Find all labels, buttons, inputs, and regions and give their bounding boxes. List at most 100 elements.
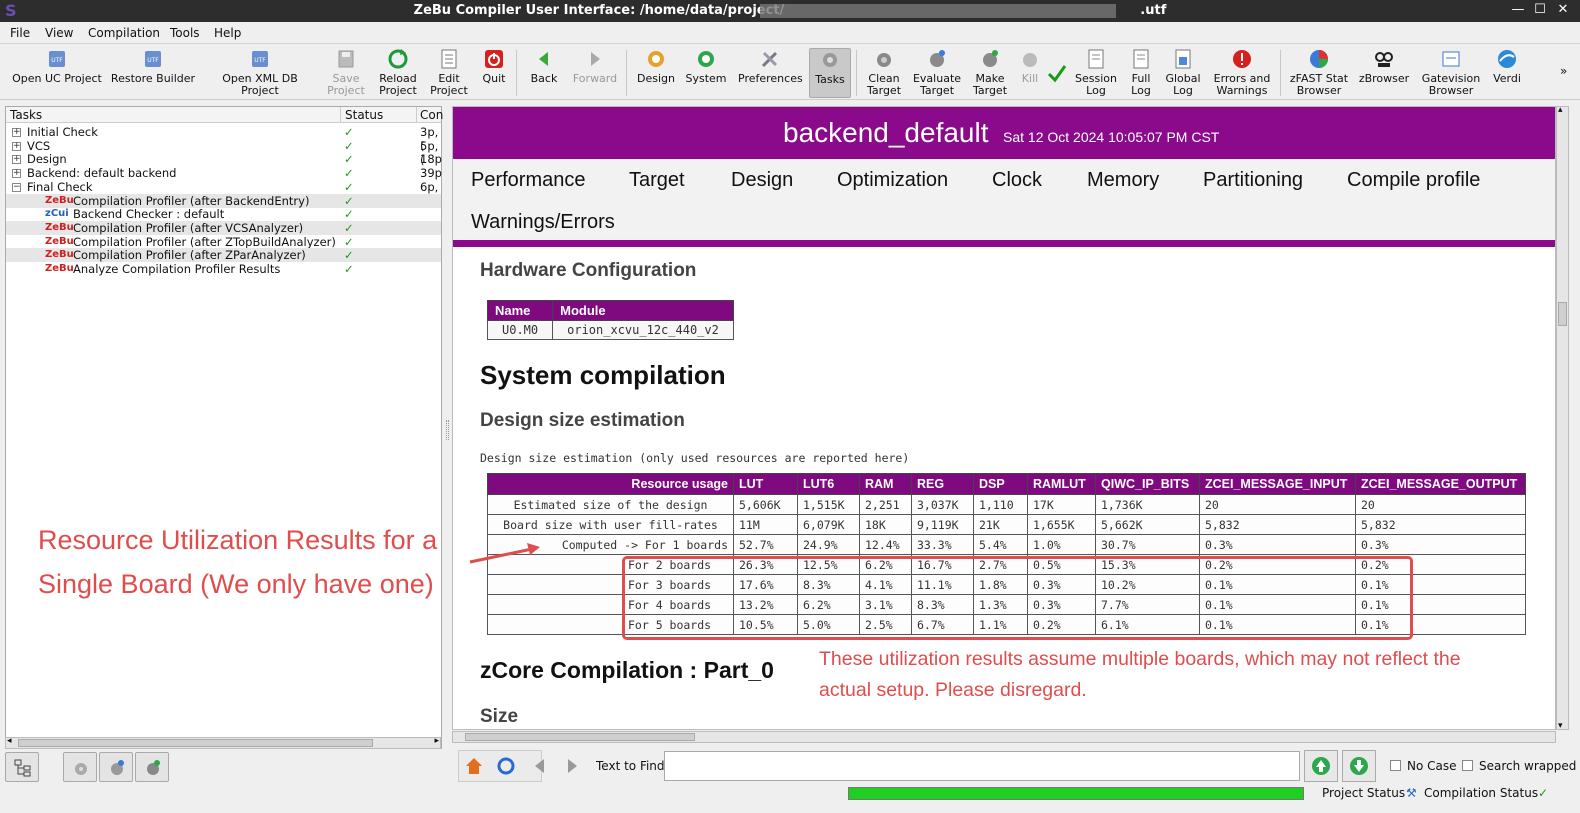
find-up-button[interactable] — [1304, 750, 1338, 782]
minimize-button[interactable]: — — [1508, 2, 1528, 17]
task-row[interactable]: + VCS ✓ 5p,( — [6, 139, 441, 167]
task-row[interactable]: ZeBu Compilation Profiler (after ZParAnal… — [6, 248, 441, 263]
gatevision-browser-button[interactable]: Gatevision Browser — [1418, 48, 1484, 98]
report-horizontal-scrollbar[interactable] — [452, 731, 1556, 743]
search-wrapped-label: Search wrapped — [1479, 759, 1577, 773]
toolbar-separator — [1280, 50, 1281, 96]
nav-memory[interactable]: Memory — [1087, 169, 1159, 192]
quit-button[interactable]: Quit — [478, 48, 510, 98]
maximize-button[interactable]: ☐ — [1530, 2, 1550, 17]
dse-cell: Estimated size of the design — [487, 494, 734, 515]
search-wrapped-checkbox[interactable] — [1462, 760, 1473, 771]
forward-button[interactable]: Forward — [570, 48, 620, 98]
collapse-icon[interactable]: − — [12, 182, 21, 192]
task-row[interactable]: ZeBu Compilation Profiler (after ZTopBuil… — [6, 235, 441, 249]
toolbar-overflow-icon[interactable]: » — [1560, 64, 1567, 78]
expand-icon[interactable]: + — [12, 128, 21, 137]
tree-icon — [14, 759, 31, 777]
no-case-checkbox[interactable] — [1390, 760, 1401, 771]
nav-warnings-errors[interactable]: Warnings/Errors — [471, 211, 615, 234]
menu-tools[interactable]: Tools — [170, 26, 200, 40]
task-row[interactable]: + Initial Check ✓ 3p,( — [6, 125, 441, 153]
open-uc-project-button[interactable]: UTF Open UC Project — [12, 48, 102, 98]
back-button[interactable]: Back — [526, 48, 562, 98]
hw-header-module: Module — [552, 300, 734, 321]
errors-and-warnings-button[interactable]: Errors and Warnings — [1208, 48, 1276, 98]
task-row[interactable]: ZeBu Analyze Compilation Profiler Results… — [6, 262, 441, 276]
toolbar-label: Target — [919, 84, 955, 97]
make-target-button[interactable]: Make Target — [968, 48, 1012, 98]
previous-arrow-icon[interactable] — [530, 756, 550, 776]
expand-icon[interactable]: + — [12, 155, 21, 165]
tree-view-button[interactable] — [5, 752, 39, 782]
task-row[interactable]: ZeBu Compilation Profiler (after VCSAnaly… — [6, 220, 441, 235]
zbrowser-button[interactable]: zBrowser — [1358, 48, 1410, 98]
report-vertical-scrollbar[interactable]: ▴ ▾ — [1556, 105, 1569, 731]
verdi-button[interactable]: Verdi — [1490, 48, 1524, 98]
scrollbar-thumb[interactable] — [1558, 302, 1567, 326]
menu-help[interactable]: Help — [214, 26, 241, 40]
nav-partitioning[interactable]: Partitioning — [1203, 169, 1303, 192]
gear-button-2[interactable] — [99, 752, 133, 782]
gear-button-3[interactable] — [135, 752, 169, 782]
edit-project-button[interactable]: Edit Project — [428, 48, 470, 98]
toolbar-label: Tasks — [815, 73, 845, 86]
task-row[interactable]: −Final Check✓6p,( — [6, 180, 441, 208]
expand-icon[interactable]: + — [12, 141, 21, 151]
menu-compilation[interactable]: Compilation — [88, 26, 160, 40]
next-arrow-icon[interactable] — [562, 756, 582, 776]
save-project-button[interactable]: Save Project — [324, 48, 368, 98]
col-tasks[interactable]: Tasks — [10, 108, 42, 122]
expand-icon[interactable]: + — [12, 169, 21, 179]
tasks-horizontal-scrollbar[interactable]: ◂ ▸ — [5, 736, 441, 749]
home-icon[interactable] — [464, 756, 484, 776]
preferences-button[interactable]: Preferences — [738, 48, 803, 98]
menu-view[interactable]: View — [45, 26, 73, 40]
tasks-button[interactable]: Tasks — [809, 48, 851, 98]
task-row[interactable]: ZeBu Compilation Profiler (after BackendE… — [6, 193, 441, 208]
scroll-left-icon[interactable]: ◂ — [7, 736, 12, 746]
clean-target-button[interactable]: Clean Target — [862, 48, 906, 98]
nav-performance[interactable]: Performance — [471, 169, 586, 192]
scroll-down-icon[interactable]: ▾ — [1558, 721, 1563, 731]
menu-file[interactable]: File — [10, 26, 30, 40]
gear-button-1[interactable] — [63, 752, 97, 782]
task-row[interactable]: + Design ✓ 18p — [6, 152, 442, 166]
find-down-button[interactable] — [1342, 750, 1376, 782]
session-log-button[interactable]: Session Log — [1072, 48, 1120, 98]
col-con[interactable]: Con — [420, 108, 443, 122]
nav-compile-profile[interactable]: Compile profile — [1347, 169, 1480, 192]
hw-config-heading: Hardware Configuration — [480, 260, 697, 281]
evaluate-target-button[interactable]: Evaluate Target — [912, 48, 962, 98]
nav-target[interactable]: Target — [629, 169, 685, 192]
task-row[interactable]: zCui Backend Checker : default ✓ — [6, 207, 441, 221]
global-log-button[interactable]: Global Log — [1164, 48, 1202, 98]
open-xml-db-project-button[interactable]: UTF Open XML DB Project — [204, 48, 316, 98]
hw-cell-module: orion_xcvu_12c_440_v2 — [552, 320, 734, 340]
system-button[interactable]: System — [684, 48, 728, 98]
scrollbar-thumb[interactable] — [465, 733, 695, 741]
nav-optimization[interactable]: Optimization — [837, 169, 948, 192]
task-label: Backend: default backend — [27, 166, 177, 181]
zfast-stat-browser-button[interactable]: zFAST Stat Browser — [1288, 48, 1350, 98]
pane-splitter[interactable] — [446, 420, 449, 440]
kill-button[interactable]: Kill — [1016, 48, 1044, 98]
task-label: Compilation Profiler (after ZParAnalyzer… — [73, 248, 306, 263]
dse-header: REG — [911, 473, 974, 495]
design-button[interactable]: Design — [634, 48, 678, 98]
close-button[interactable]: ✕ — [1553, 2, 1573, 17]
restore-builder-button[interactable]: UTF Restore Builder — [108, 48, 198, 98]
nav-design[interactable]: Design — [731, 169, 793, 192]
reload-project-button[interactable]: Reload Project — [376, 48, 420, 98]
col-status[interactable]: Status — [345, 108, 383, 122]
task-row[interactable]: + Backend: default backend ✓ 39p — [6, 166, 442, 181]
refresh-icon[interactable] — [496, 756, 516, 776]
scroll-up-icon[interactable]: ▴ — [1558, 105, 1563, 115]
full-log-button[interactable]: Full Log — [1124, 48, 1158, 98]
scrollbar-thumb[interactable] — [18, 739, 373, 747]
find-input[interactable] — [664, 751, 1300, 781]
nav-clock[interactable]: Clock — [992, 169, 1042, 192]
status-check-icon: ✓ — [344, 262, 354, 276]
full-log-icon — [1133, 49, 1149, 69]
scroll-right-icon[interactable]: ▸ — [434, 736, 439, 746]
